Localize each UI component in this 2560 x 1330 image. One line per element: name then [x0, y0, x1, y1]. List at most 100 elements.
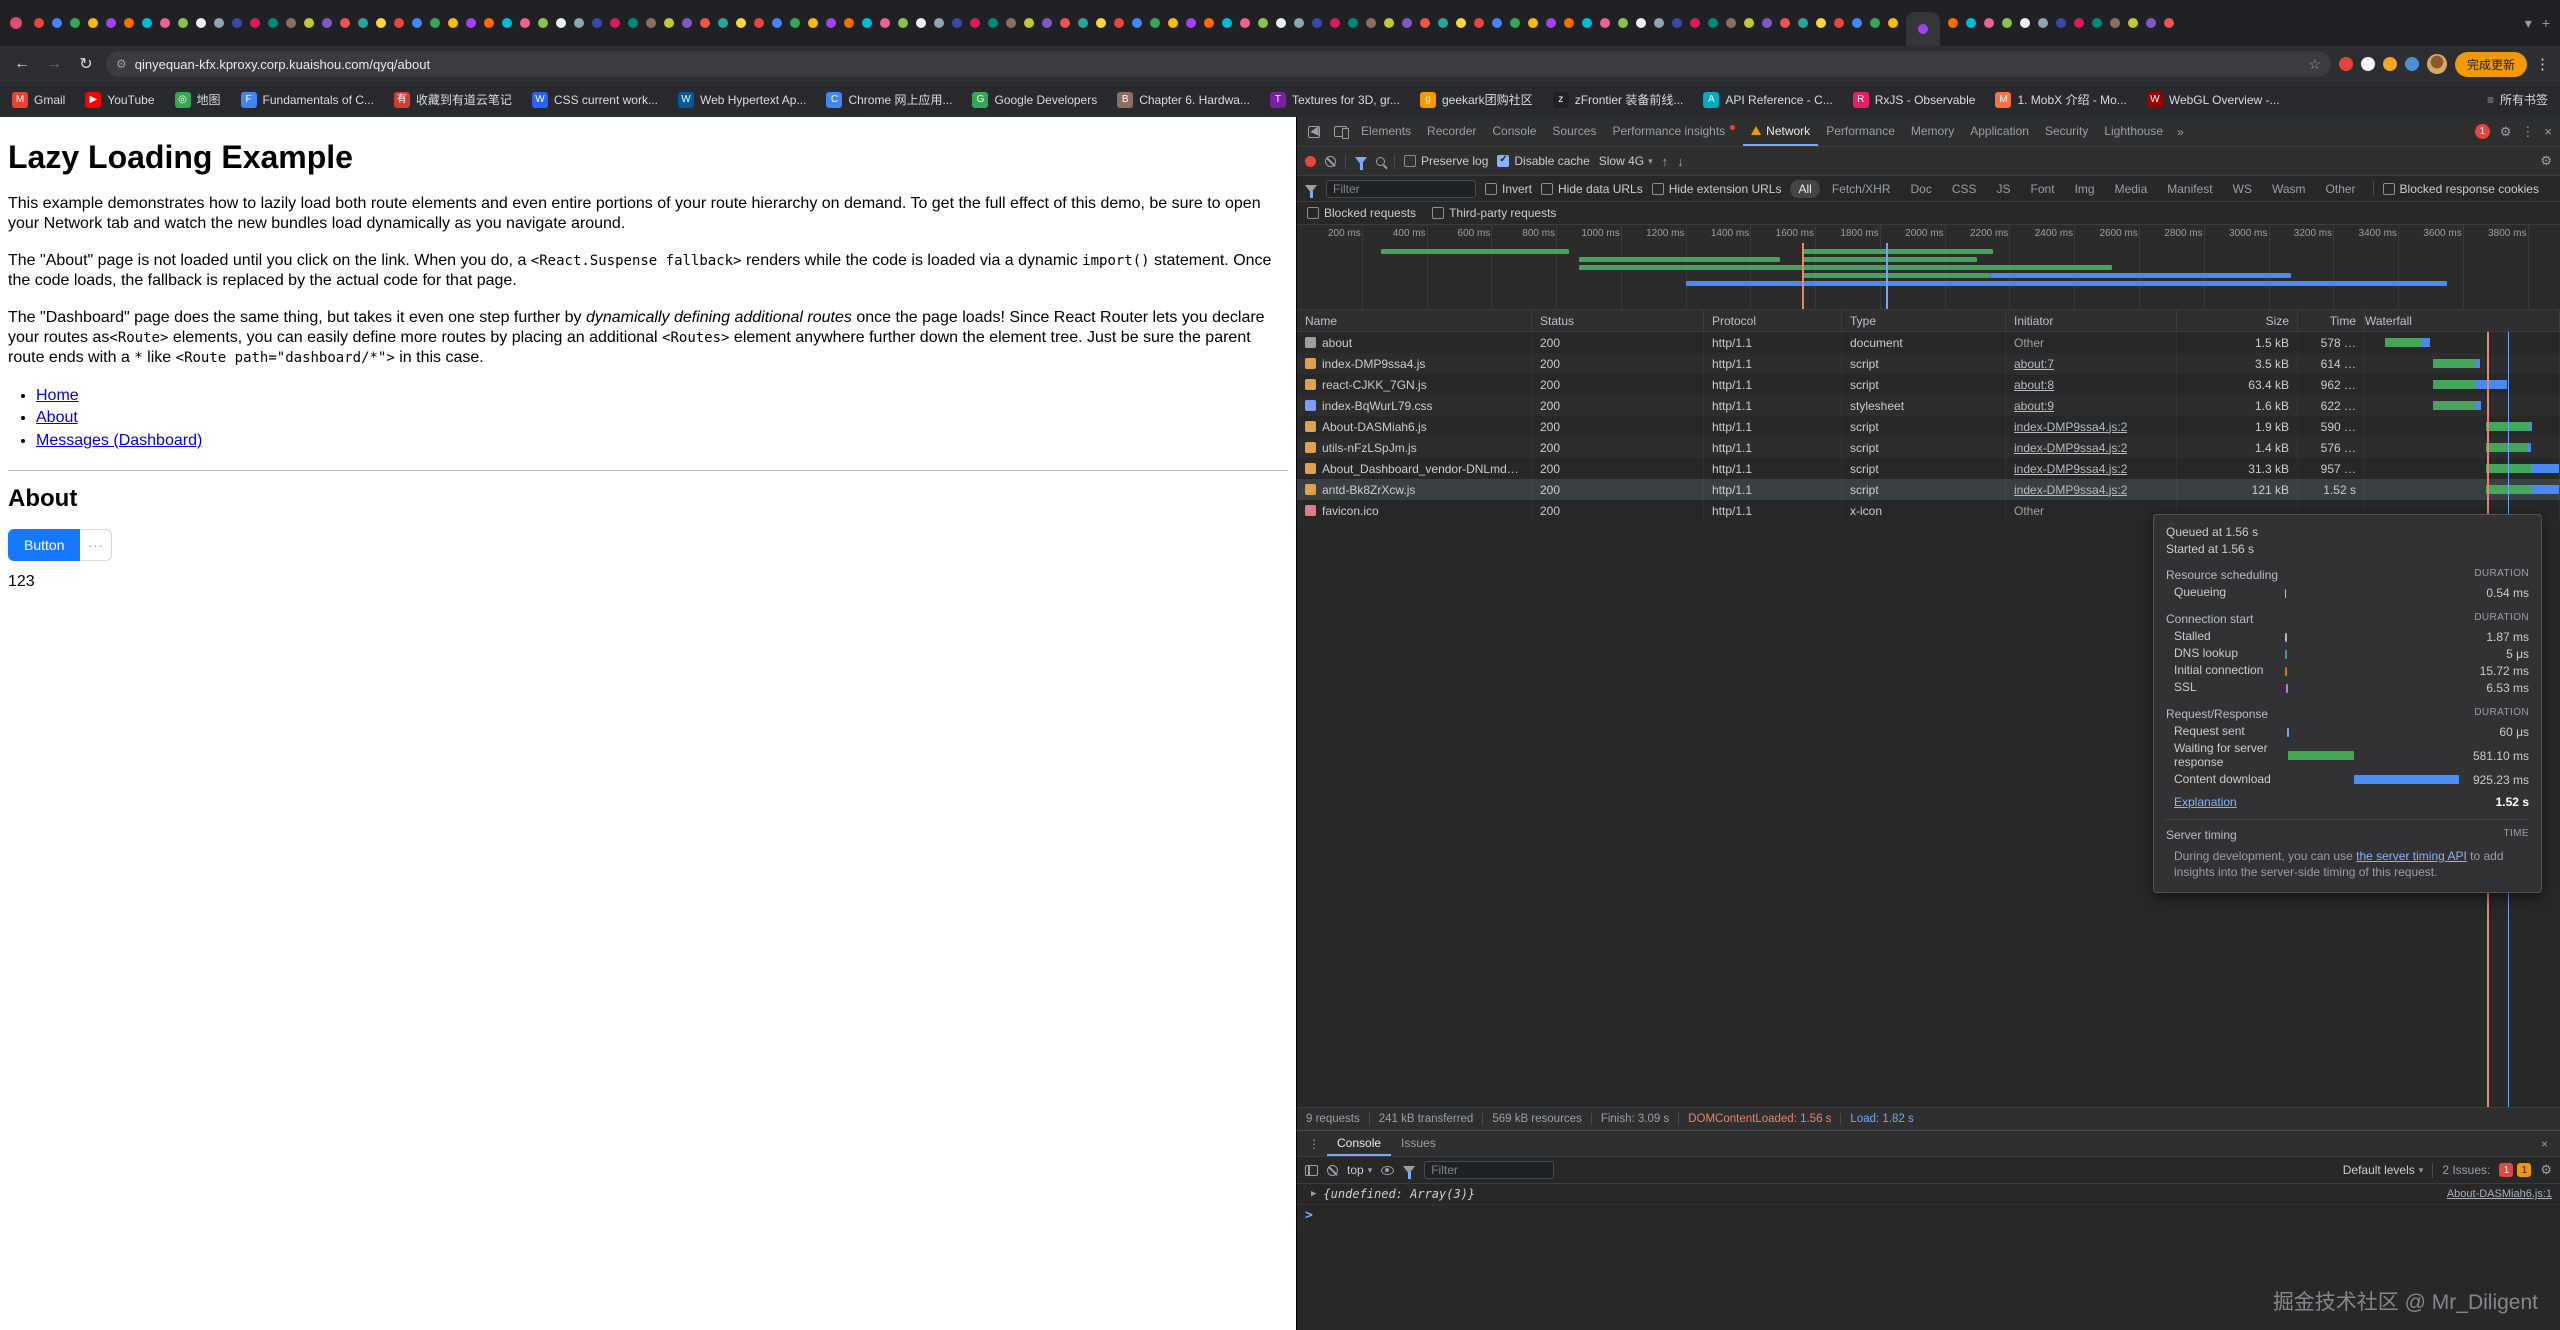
- window-control-dot[interactable]: [10, 17, 22, 29]
- devtools-tab-performance-insights[interactable]: Performance insights: [1604, 117, 1743, 146]
- devtools-tab-security[interactable]: Security: [2037, 117, 2096, 146]
- browser-tab[interactable]: [250, 18, 260, 28]
- browser-tab[interactable]: [628, 18, 638, 28]
- browser-tab[interactable]: [1618, 18, 1628, 28]
- browser-tab[interactable]: [1006, 18, 1016, 28]
- reload-icon[interactable]: ↻: [74, 54, 98, 74]
- devtools-tab-network[interactable]: Network: [1743, 117, 1818, 146]
- browser-tab[interactable]: [1600, 18, 1610, 28]
- bookmark-item[interactable]: zzFrontier 装备前线...: [1553, 91, 1684, 108]
- hide-data-urls-checkbox[interactable]: Hide data URLs: [1541, 182, 1643, 196]
- browser-tab[interactable]: [52, 18, 62, 28]
- browser-tab[interactable]: [1330, 18, 1340, 28]
- devtools-tab-lighthouse[interactable]: Lighthouse: [2096, 117, 2171, 146]
- all-bookmarks-button[interactable]: ≡ 所有书签: [2487, 91, 2548, 108]
- explanation-link[interactable]: Explanation: [2174, 795, 2237, 809]
- console-filter-input[interactable]: [1424, 1161, 1554, 1179]
- network-request-row[interactable]: index-BqWurL79.css200http/1.1stylesheeta…: [1297, 395, 2560, 416]
- devtools-tab-elements[interactable]: Elements: [1353, 117, 1419, 146]
- browser-tab[interactable]: [1888, 18, 1898, 28]
- invert-checkbox[interactable]: Invert: [1485, 182, 1532, 196]
- browser-tab[interactable]: [142, 18, 152, 28]
- bookmark-item[interactable]: 有收藏到有道云笔记: [394, 91, 512, 108]
- browser-tab[interactable]: [592, 18, 602, 28]
- browser-tab[interactable]: [862, 18, 872, 28]
- console-sidebar-icon[interactable]: [1305, 1165, 1318, 1176]
- browser-tab[interactable]: [70, 18, 80, 28]
- browser-tab[interactable]: [916, 18, 926, 28]
- browser-tab[interactable]: [412, 18, 422, 28]
- network-request-row[interactable]: utils-nFzLSpJm.js200http/1.1scriptindex-…: [1297, 437, 2560, 458]
- browser-tab[interactable]: [1384, 18, 1394, 28]
- browser-tab[interactable]: [1042, 18, 1052, 28]
- browser-tab[interactable]: [1078, 18, 1088, 28]
- browser-tab[interactable]: [952, 18, 962, 28]
- bookmark-item[interactable]: MGmail: [12, 92, 65, 108]
- network-request-row[interactable]: about200http/1.1documentOther1.5 kB578 …: [1297, 332, 2560, 353]
- new-tab-button[interactable]: +: [2542, 15, 2550, 31]
- browser-tab[interactable]: [502, 18, 512, 28]
- blocked-requests-checkbox[interactable]: Blocked requests: [1307, 206, 1416, 220]
- console-settings-icon[interactable]: ⚙: [2540, 1162, 2552, 1178]
- browser-tab[interactable]: [178, 18, 188, 28]
- browser-tab[interactable]: [1672, 18, 1682, 28]
- filter-chip-other[interactable]: Other: [2318, 180, 2364, 198]
- browser-tab[interactable]: [1204, 18, 1214, 28]
- back-icon[interactable]: ←: [10, 55, 34, 73]
- browser-tab[interactable]: [2074, 18, 2084, 28]
- console-prompt[interactable]: >: [1297, 1205, 2560, 1226]
- browser-tab[interactable]: [232, 18, 242, 28]
- column-header-name[interactable]: Name: [1297, 310, 1532, 331]
- browser-tab[interactable]: [1546, 18, 1556, 28]
- browser-tab[interactable]: [1870, 18, 1880, 28]
- filter-chip-js[interactable]: JS: [1989, 180, 2019, 198]
- browser-tab[interactable]: [214, 18, 224, 28]
- drawer-close-icon[interactable]: ×: [2535, 1131, 2554, 1156]
- browser-tab[interactable]: [754, 18, 764, 28]
- browser-tab[interactable]: [1492, 18, 1502, 28]
- browser-tab[interactable]: [1948, 18, 1958, 28]
- browser-tab[interactable]: [2056, 18, 2066, 28]
- clear-network-log-icon[interactable]: [1325, 156, 1336, 167]
- browser-tab[interactable]: [160, 18, 170, 28]
- browser-tab[interactable]: [1420, 18, 1430, 28]
- browser-tab[interactable]: [1150, 18, 1160, 28]
- browser-tab[interactable]: [844, 18, 854, 28]
- profile-avatar[interactable]: [2427, 54, 2447, 74]
- filter-chip-doc[interactable]: Doc: [1903, 180, 1940, 198]
- devtools-tab-performance[interactable]: Performance: [1818, 117, 1903, 146]
- extension-icon[interactable]: [2383, 57, 2397, 71]
- inspect-element-icon[interactable]: [1301, 117, 1327, 146]
- browser-tab[interactable]: [1744, 18, 1754, 28]
- browser-tab[interactable]: [1276, 18, 1286, 28]
- site-settings-icon[interactable]: ⚙: [116, 57, 127, 71]
- preserve-log-checkbox[interactable]: Preserve log: [1404, 154, 1488, 168]
- browser-tab[interactable]: [34, 18, 44, 28]
- browser-tab[interactable]: [1510, 18, 1520, 28]
- bookmark-item[interactable]: TTextures for 3D, gr...: [1270, 92, 1400, 108]
- bookmark-item[interactable]: FFundamentals of C...: [241, 92, 374, 108]
- browser-tab[interactable]: [1186, 18, 1196, 28]
- browser-tab[interactable]: [304, 18, 314, 28]
- tab-search-caret-icon[interactable]: ▾: [2525, 15, 2532, 32]
- server-timing-api-link[interactable]: the server timing API: [2356, 849, 2467, 863]
- browser-tab[interactable]: [2164, 18, 2174, 28]
- browser-tab[interactable]: [268, 18, 278, 28]
- network-request-row[interactable]: antd-Bk8ZrXcw.js200http/1.1scriptindex-D…: [1297, 479, 2560, 500]
- clear-console-icon[interactable]: [1327, 1165, 1338, 1176]
- network-request-row[interactable]: index-DMP9ssa4.js200http/1.1scriptabout:…: [1297, 353, 2560, 374]
- initiator-link[interactable]: index-DMP9ssa4.js:2: [2014, 420, 2127, 434]
- browser-tab[interactable]: [2092, 18, 2102, 28]
- browser-tab[interactable]: [484, 18, 494, 28]
- browser-tab[interactable]: [340, 18, 350, 28]
- issue-count-badge[interactable]: 1: [2517, 1163, 2531, 1177]
- initiator-link[interactable]: about:7: [2014, 357, 2054, 371]
- browser-tab[interactable]: [790, 18, 800, 28]
- browser-tab[interactable]: [1474, 18, 1484, 28]
- bookmark-item[interactable]: BChapter 6. Hardwa...: [1117, 92, 1250, 108]
- browser-tab[interactable]: [394, 18, 404, 28]
- throttling-dropdown[interactable]: Slow 4G▾: [1599, 154, 1653, 168]
- bookmark-item[interactable]: ggeekark团购社区: [1420, 91, 1533, 108]
- browser-tab[interactable]: [1258, 18, 1268, 28]
- forward-icon[interactable]: →: [42, 55, 66, 73]
